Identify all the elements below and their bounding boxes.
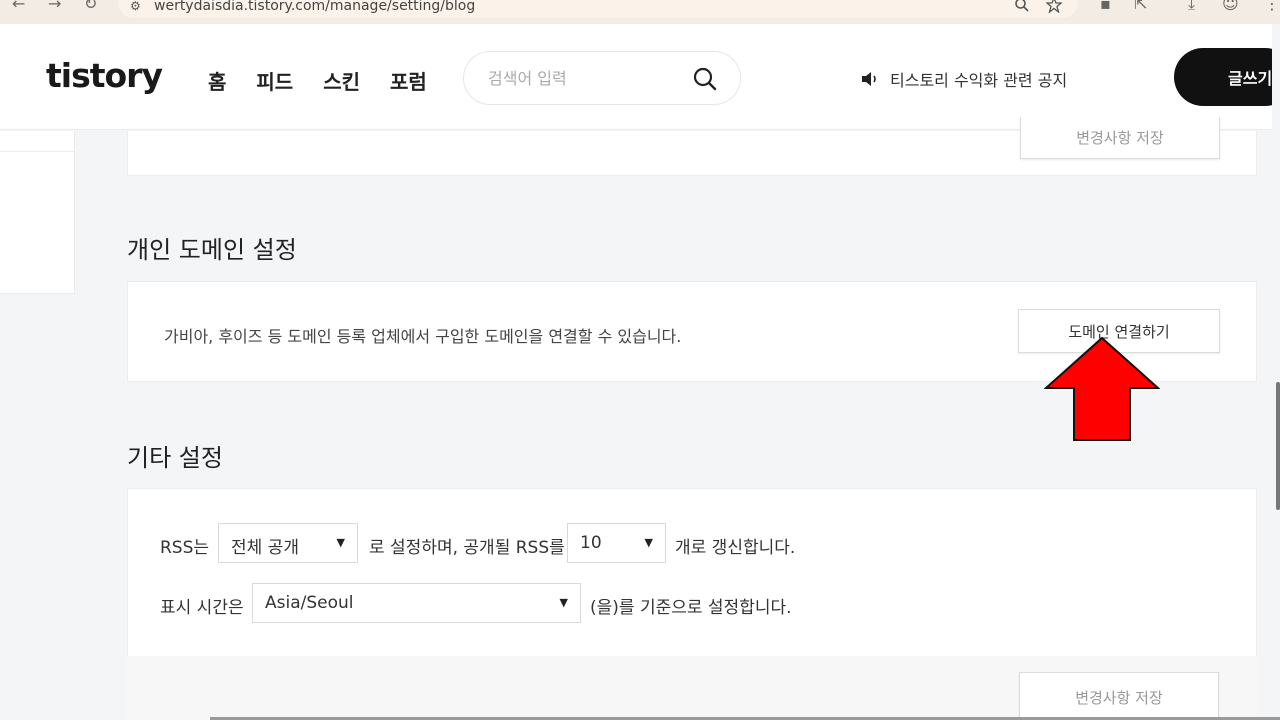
notice-text: 티스토리 수익화 관련 공지 [890,71,1068,90]
rss-visibility-value: 전체 공개 [231,538,299,558]
site-info-icon[interactable]: ⚙ [130,0,141,13]
domain-section-title: 개인 도메인 설정 [127,236,297,264]
save-changes-button[interactable]: 변경사항 저장 [1019,672,1219,720]
zoom-icon[interactable] [1014,0,1030,13]
speaker-icon [862,72,876,86]
chevron-down-icon: ▼ [644,536,653,549]
write-button[interactable]: 글쓰기 [1174,48,1280,106]
download-icon[interactable]: ⤓ [1188,0,1195,14]
url-text[interactable]: wertydaisdia.tistory.com/manage/setting/… [154,0,475,14]
main-nav: 홈 피드 스킨 포럼 [208,66,427,95]
tistory-logo[interactable]: tistory [46,56,163,95]
nav-skin[interactable]: 스킨 [323,66,360,95]
etc-card-footer: 변경사항 저장 [127,656,1257,720]
forward-icon[interactable]: → [48,0,61,13]
site-header: tistory 홈 피드 스킨 포럼 티스토리 수익화 관련 공지 글쓰기 [0,24,1280,130]
previous-settings-card: 변경사항 저장 [127,117,1257,176]
bookmark-star-icon[interactable] [1046,0,1062,13]
search-icon[interactable] [692,66,718,92]
etc-settings-card: RSS는 전체 공개 ▼ 로 설정하며, 공개될 RSS를 10 ▼ 개로 갱신… [127,488,1257,656]
back-icon[interactable]: ← [12,0,25,13]
time-prefix-label: 표시 시간은 [160,598,244,618]
browser-toolbar: ← → ↻ ⚙ wertydaisdia.tistory.com/manage/… [0,0,1280,24]
notice-link[interactable]: 티스토리 수익화 관련 공지 [860,67,1067,91]
share-icon[interactable]: ⇱ [1134,0,1147,13]
rss-count-value: 10 [580,533,602,553]
chevron-down-icon: ▼ [559,596,568,609]
timezone-value: Asia/Seoul [265,593,354,613]
chevron-down-icon: ▼ [336,536,345,549]
menu-icon[interactable]: ⋮ [1264,0,1280,13]
rss-suffix-label: 개로 갱신합니다. [675,538,796,558]
domain-description: 가비아, 후이즈 등 도메인 등록 업체에서 구입한 도메인을 연결할 수 있습… [164,327,682,346]
etc-section-title: 기타 설정 [127,444,223,472]
rss-count-select[interactable]: 10 ▼ [567,523,666,563]
reload-icon[interactable]: ↻ [84,0,97,13]
rss-middle-label: 로 설정하며, 공개될 RSS를 [369,538,565,558]
scrollbar-track[interactable] [1272,24,1280,720]
timezone-select[interactable]: Asia/Seoul ▼ [252,583,581,623]
profile-icon[interactable]: ☺ [1222,0,1239,13]
rss-prefix-label: RSS는 [160,538,210,558]
red-arrow-annotation [1044,336,1160,441]
scrollbar-thumb[interactable] [1276,382,1280,510]
extension-icon[interactable]: ▪ [1100,0,1111,13]
left-sidebar [0,131,75,294]
save-changes-button-top[interactable]: 변경사항 저장 [1020,117,1220,159]
sidebar-divider [0,151,75,152]
address-bar[interactable]: ⚙ wertydaisdia.tistory.com/manage/settin… [118,0,1078,18]
search-box [463,51,741,105]
search-input[interactable] [488,66,678,90]
nav-feed[interactable]: 피드 [256,66,293,95]
rss-visibility-select[interactable]: 전체 공개 ▼ [218,523,358,563]
nav-forum[interactable]: 포럼 [390,66,427,95]
nav-home[interactable]: 홈 [208,66,226,95]
time-suffix-label: (을)를 기준으로 설정합니다. [590,598,792,618]
